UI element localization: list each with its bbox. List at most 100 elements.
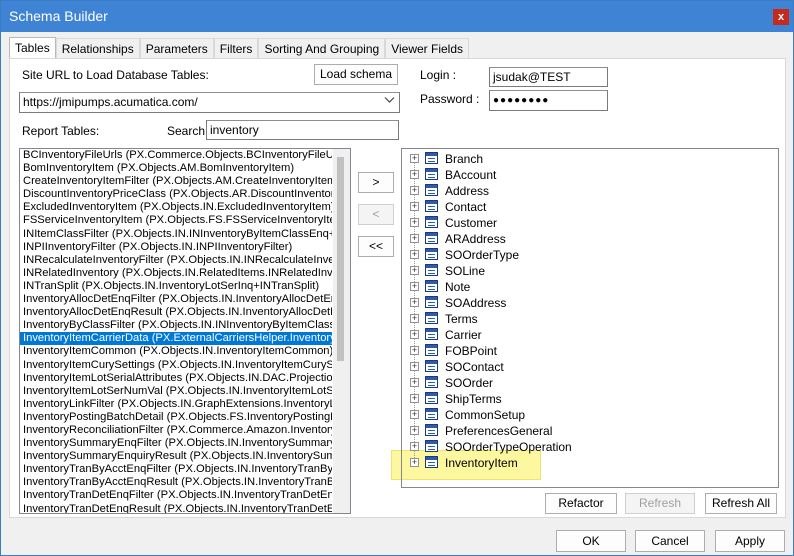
list-item[interactable]: InventoryTranDetEnqFilter (PX.Objects.IN… — [20, 489, 332, 502]
tree-node-baccount[interactable]: + BAccount — [402, 167, 742, 183]
list-item[interactable]: InventoryAllocDetEnqResult (PX.Objects.I… — [20, 306, 332, 319]
add-table-button[interactable]: > — [358, 172, 394, 193]
tree-node-preferencesgeneral[interactable]: + PreferencesGeneral — [402, 423, 742, 439]
list-item[interactable]: InventoryTranDetEnqResult (PX.Objects.IN… — [20, 503, 332, 513]
table-icon — [425, 440, 438, 452]
list-item[interactable]: INRecalculateInventoryFilter (PX.Objects… — [20, 254, 332, 267]
list-item[interactable]: INRelatedInventory (PX.Objects.IN.Relate… — [20, 267, 332, 280]
list-item[interactable]: InventoryItemLotSerNumVal (PX.Objects.IN… — [20, 385, 332, 398]
tree-node-address[interactable]: + Address — [402, 183, 742, 199]
list-item[interactable]: INPIInventoryFilter (PX.Objects.IN.INPII… — [20, 241, 332, 254]
list-item[interactable]: InventoryItemCarrierData (PX.ExternalCar… — [20, 332, 332, 346]
remove-table-button[interactable]: < — [358, 204, 394, 225]
search-input[interactable]: inventory — [206, 120, 399, 140]
tab-parameters[interactable]: Parameters — [139, 38, 214, 59]
refresh-button[interactable]: Refresh — [625, 493, 695, 514]
close-button[interactable]: x — [773, 9, 789, 25]
expand-icon[interactable]: + — [410, 394, 419, 403]
list-scrollbar[interactable] — [333, 149, 350, 513]
expand-icon[interactable]: + — [410, 170, 419, 179]
expand-icon[interactable]: + — [410, 410, 419, 419]
expand-icon[interactable]: + — [410, 202, 419, 211]
tree-node-socontact[interactable]: + SOContact — [402, 359, 742, 375]
tree-node-shipterms[interactable]: + ShipTerms — [402, 391, 742, 407]
password-field[interactable]: ●●●●●●●● — [489, 90, 608, 111]
search-label: Search: — [167, 124, 209, 138]
refactor-button[interactable]: Refactor — [545, 493, 617, 514]
tree-node-fobpoint[interactable]: + FOBPoint — [402, 343, 742, 359]
list-item[interactable]: BCInventoryFileUrls (PX.Commerce.Objects… — [20, 149, 332, 162]
tree-node-branch[interactable]: + Branch — [402, 151, 742, 167]
expand-icon[interactable]: + — [410, 250, 419, 259]
schema-tree[interactable]: + Branch + BAccount + Address + Contact + Custome… — [401, 148, 779, 488]
chevron-down-icon[interactable] — [384, 96, 395, 107]
site-url-combobox[interactable]: https://jmipumps.acumatica.com/ — [19, 92, 400, 113]
list-item[interactable]: InventoryLinkFilter (PX.Objects.IN.Graph… — [20, 398, 332, 411]
tab-viewer-fields[interactable]: Viewer Fields — [385, 38, 469, 59]
tree-node-note[interactable]: + Note — [402, 279, 742, 295]
tab-tables[interactable]: Tables — [9, 37, 56, 59]
list-item[interactable]: INTranSplit (PX.Objects.IN.InventoryLotS… — [20, 280, 332, 293]
tree-node-soaddress[interactable]: + SOAddress — [402, 295, 742, 311]
expand-icon[interactable]: + — [410, 346, 419, 355]
tab-filters[interactable]: Filters — [213, 38, 259, 59]
expand-icon[interactable]: + — [410, 266, 419, 275]
expand-icon[interactable]: + — [410, 282, 419, 291]
table-icon — [425, 200, 438, 212]
expand-icon[interactable]: + — [410, 154, 419, 163]
cancel-button[interactable]: Cancel — [635, 530, 705, 552]
tree-node-inventoryitem[interactable]: + InventoryItem — [402, 455, 742, 471]
refresh-all-button[interactable]: Refresh All — [705, 493, 777, 514]
list-item[interactable]: InventoryPostingBatchDetail (PX.Objects.… — [20, 411, 332, 424]
expand-icon[interactable]: + — [410, 298, 419, 307]
list-item[interactable]: InventorySummaryEnqFilter (PX.Objects.IN… — [20, 437, 332, 450]
tree-node-commonsetup[interactable]: + CommonSetup — [402, 407, 742, 423]
list-item[interactable]: BomInventoryItem (PX.Objects.AM.BomInven… — [20, 162, 332, 175]
list-item[interactable]: InventoryItemLotSerialAttributes (PX.Obj… — [20, 372, 332, 385]
expand-icon[interactable]: + — [410, 442, 419, 451]
tree-node-araddress[interactable]: + ARAddress — [402, 231, 742, 247]
list-item[interactable]: FSServiceInventoryItem (PX.Objects.FS.FS… — [20, 214, 332, 227]
list-item[interactable]: InventoryAllocDetEnqFilter (PX.Objects.I… — [20, 293, 332, 306]
login-field[interactable]: jsudak@TEST — [489, 67, 608, 87]
tree-node-soordertypeoperation[interactable]: + SOOrderTypeOperation — [402, 439, 742, 455]
list-item[interactable]: InventoryByClassFilter (PX.Objects.IN.IN… — [20, 319, 332, 332]
tree-node-contact[interactable]: + Contact — [402, 199, 742, 215]
list-item[interactable]: DiscountInventoryPriceClass (PX.Objects.… — [20, 188, 332, 201]
scrollbar-thumb[interactable] — [337, 157, 344, 361]
expand-icon[interactable]: + — [410, 314, 419, 323]
tree-node-soorder[interactable]: + SOOrder — [402, 375, 742, 391]
list-item[interactable]: InventoryTranByAcctEnqFilter (PX.Objects… — [20, 463, 332, 476]
apply-button[interactable]: Apply — [715, 530, 785, 552]
ok-button[interactable]: OK — [556, 530, 626, 552]
remove-all-tables-button[interactable]: << — [358, 236, 394, 257]
tree-node-soordertype[interactable]: + SOOrderType — [402, 247, 742, 263]
tree-node-soline[interactable]: + SOLine — [402, 263, 742, 279]
expand-icon[interactable]: + — [410, 362, 419, 371]
list-item[interactable]: CreateInventoryItemFilter (PX.Objects.AM… — [20, 175, 332, 188]
tab-sorting-and-grouping[interactable]: Sorting And Grouping — [258, 38, 386, 59]
expand-icon[interactable]: + — [410, 218, 419, 227]
expand-icon[interactable]: + — [410, 330, 419, 339]
list-item[interactable]: InventoryTranByAcctEnqResult (PX.Objects… — [20, 476, 332, 489]
tree-node-label: FOBPoint — [445, 344, 498, 358]
list-item[interactable]: InventorySummaryEnquiryResult (PX.Object… — [20, 450, 332, 463]
expand-icon[interactable]: + — [410, 458, 419, 467]
tree-node-terms[interactable]: + Terms — [402, 311, 742, 327]
tree-node-label: PreferencesGeneral — [445, 424, 553, 438]
report-tables-list[interactable]: BCInventoryFileUrls (PX.Commerce.Objects… — [19, 148, 351, 514]
tree-node-customer[interactable]: + Customer — [402, 215, 742, 231]
list-item[interactable]: InventoryReconciliationFilter (PX.Commer… — [20, 424, 332, 437]
site-url-value: https://jmipumps.acumatica.com/ — [23, 95, 198, 109]
list-item[interactable]: INItemClassFilter (PX.Objects.IN.INInven… — [20, 228, 332, 241]
load-schema-button[interactable]: Load schema — [314, 64, 398, 85]
list-item[interactable]: InventoryItemCurySettings (PX.Objects.IN… — [20, 359, 332, 372]
list-item[interactable]: ExcludedInventoryItem (PX.Objects.IN.Exc… — [20, 201, 332, 214]
expand-icon[interactable]: + — [410, 186, 419, 195]
expand-icon[interactable]: + — [410, 234, 419, 243]
tree-node-carrier[interactable]: + Carrier — [402, 327, 742, 343]
expand-icon[interactable]: + — [410, 378, 419, 387]
tab-relationships[interactable]: Relationships — [55, 38, 140, 59]
expand-icon[interactable]: + — [410, 426, 419, 435]
list-item[interactable]: InventoryItemCommon (PX.Objects.IN.Inven… — [20, 345, 332, 358]
